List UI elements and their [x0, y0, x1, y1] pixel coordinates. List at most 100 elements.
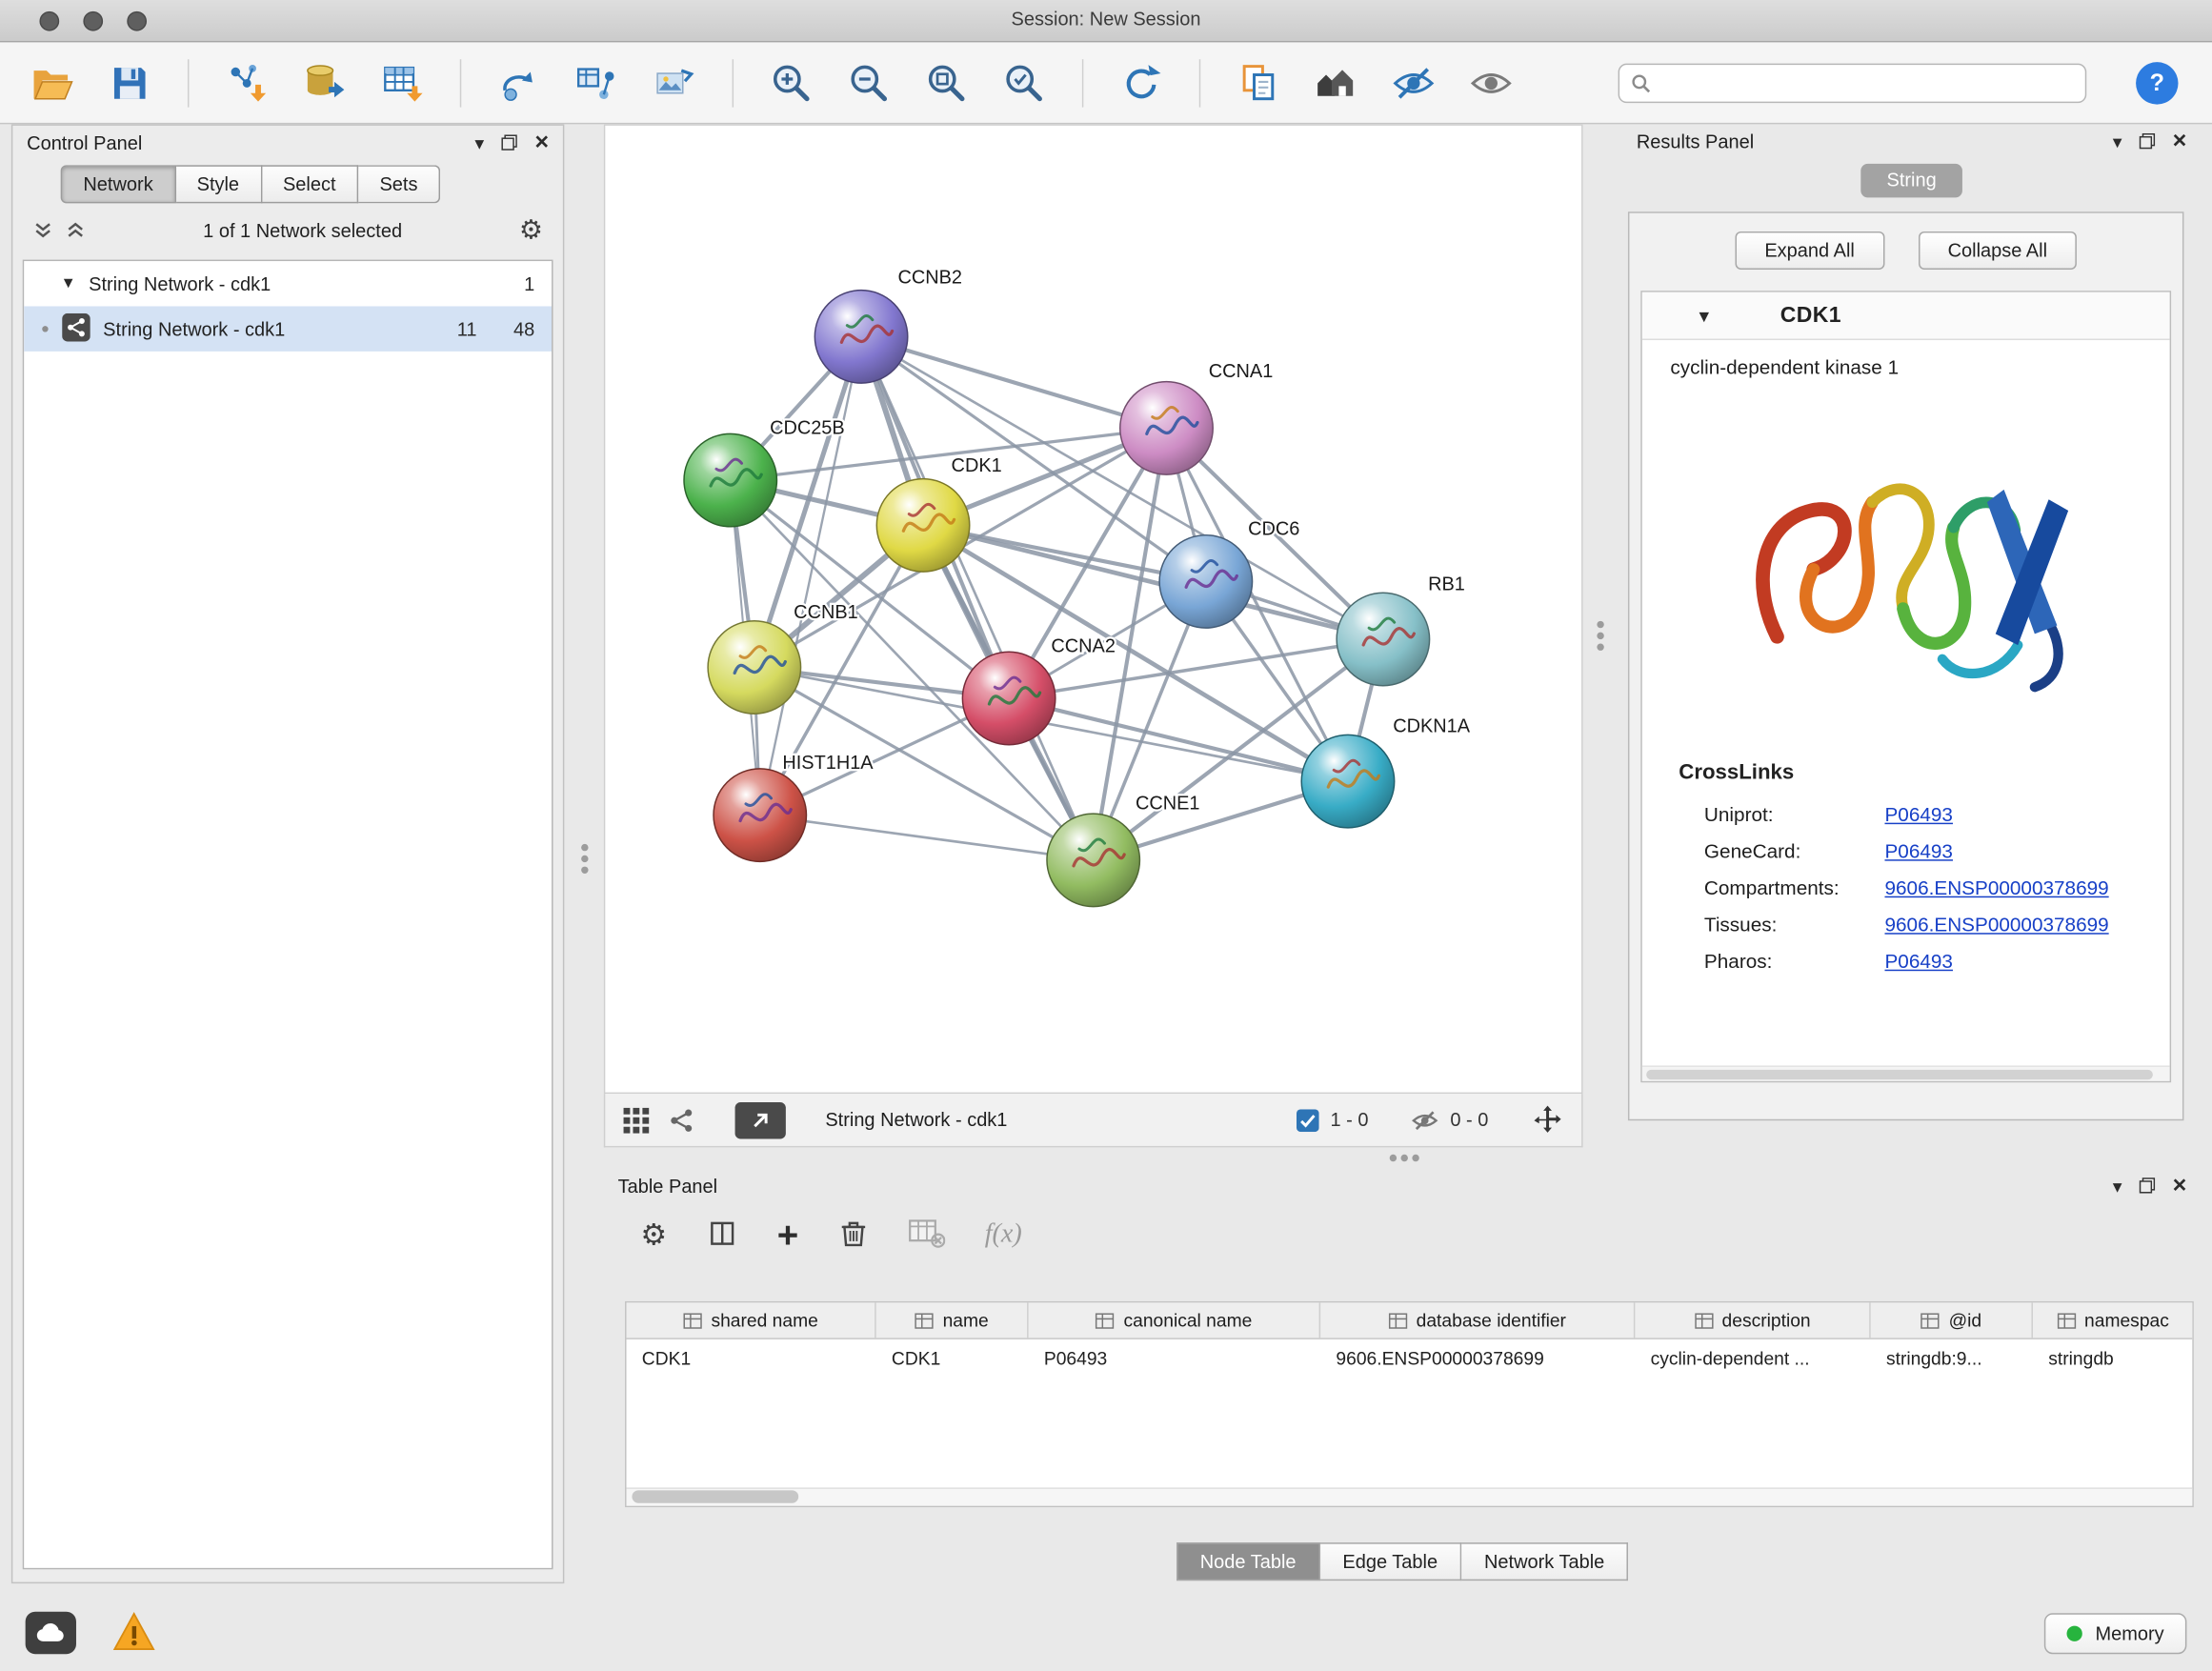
panel-float-icon[interactable]	[2139, 1177, 2156, 1194]
open-in-browser-button[interactable]	[735, 1101, 786, 1138]
column-header-description[interactable]: description	[1635, 1302, 1870, 1338]
network-node-CCNA2[interactable]	[962, 652, 1055, 744]
network-collection-row[interactable]: ▼ String Network - cdk1 1	[24, 261, 552, 306]
network-node-HIST1H1A[interactable]	[714, 769, 806, 861]
column-header-namespace[interactable]: namespac	[2033, 1302, 2192, 1338]
cell-namespace: stringdb	[2033, 1348, 2192, 1369]
table-row[interactable]: CDK1 CDK1 P06493 9606.ENSP00000378699 cy…	[627, 1339, 2193, 1378]
tab-select[interactable]: Select	[262, 165, 358, 203]
network-node-CCNE1[interactable]	[1047, 814, 1139, 906]
gene-card-header[interactable]: ▼ CDK1	[1642, 292, 2170, 340]
table-options-gear-icon[interactable]: ⚙	[640, 1218, 667, 1253]
show-columns-button[interactable]	[707, 1218, 738, 1253]
panel-close-icon[interactable]: ×	[2173, 128, 2187, 151]
zoom-fit-button[interactable]	[917, 51, 976, 113]
network-edge-CCNB2-HIST1H1A[interactable]	[760, 336, 861, 815]
genecard-link[interactable]: P06493	[1884, 839, 1952, 862]
network-node-CDKN1A[interactable]	[1301, 735, 1394, 827]
first-neighbors-button[interactable]	[490, 51, 549, 113]
selected-checkbox-icon[interactable]	[1297, 1109, 1319, 1132]
network-options-gear-icon[interactable]: ⚙	[519, 213, 543, 246]
network-edge-HIST1H1A-CCNE1[interactable]	[760, 815, 1094, 860]
warnings-button[interactable]	[112, 1611, 154, 1655]
show-graphics-details-button[interactable]	[1461, 51, 1520, 113]
network-node-CDC25B[interactable]	[684, 433, 776, 526]
apply-layout-button[interactable]	[1112, 51, 1171, 113]
panel-menu-icon[interactable]: ▾	[474, 133, 484, 151]
network-node-label-CCNA1: CCNA1	[1209, 361, 1274, 382]
left-splitter-handle[interactable]	[581, 844, 588, 851]
network-node-CCNB2[interactable]	[814, 291, 907, 383]
disclosure-triangle-icon[interactable]: ▼	[1696, 306, 1713, 326]
collapse-all-button[interactable]	[32, 219, 53, 240]
tab-node-table[interactable]: Node Table	[1176, 1542, 1320, 1580]
network-node-CCNB1[interactable]	[708, 621, 800, 714]
panel-float-icon[interactable]	[501, 134, 518, 151]
column-header-name[interactable]: name	[876, 1302, 1029, 1338]
panel-close-icon[interactable]: ×	[2173, 1172, 2187, 1196]
collapse-all-button[interactable]: Collapse All	[1918, 232, 2077, 270]
tab-network-table[interactable]: Network Table	[1461, 1542, 1628, 1580]
memory-button[interactable]: Memory	[2044, 1612, 2186, 1653]
expand-all-button[interactable]: Expand All	[1735, 232, 1884, 270]
navigator-button[interactable]	[1306, 51, 1365, 113]
results-panel-title: Results Panel	[1637, 131, 1754, 151]
zoom-out-button[interactable]	[839, 51, 898, 113]
zoom-selected-button[interactable]	[995, 51, 1054, 113]
network-node-CCNA1[interactable]	[1120, 382, 1213, 474]
search-input[interactable]	[1659, 72, 2074, 93]
network-style-button[interactable]	[667, 1106, 695, 1135]
panel-menu-icon[interactable]: ▾	[2113, 1177, 2122, 1195]
pharos-link[interactable]: P06493	[1884, 950, 1952, 973]
cloud-services-button[interactable]	[26, 1612, 76, 1654]
column-header-database-identifier[interactable]: database identifier	[1320, 1302, 1635, 1338]
compartments-link[interactable]: 9606.ENSP00000378699	[1884, 876, 2108, 899]
grid-view-button[interactable]	[622, 1106, 651, 1135]
uniprot-link[interactable]: P06493	[1884, 803, 1952, 826]
network-canvas[interactable]: CCNB2CCNA1CDC25BCDK1CDC6RB1CCNB1CCNA2CDK…	[605, 126, 1581, 1093]
horizontal-splitter-handle[interactable]	[1390, 1155, 1397, 1161]
tab-string[interactable]: String	[1861, 164, 1962, 198]
zoom-in-button[interactable]	[762, 51, 821, 113]
new-network-from-selection-button[interactable]	[567, 51, 626, 113]
results-scrollbar[interactable]	[1642, 1065, 2170, 1080]
import-network-database-button[interactable]	[295, 51, 354, 113]
delete-column-button[interactable]	[838, 1218, 870, 1253]
network-node-CDC6[interactable]	[1159, 535, 1252, 628]
tab-style[interactable]: Style	[175, 165, 261, 203]
network-edge-CCNB2-CCNA1[interactable]	[861, 336, 1166, 428]
annotation-button[interactable]	[1229, 51, 1288, 113]
column-header-id[interactable]: @id	[1871, 1302, 2033, 1338]
export-image-button[interactable]	[645, 51, 704, 113]
tissues-link[interactable]: 9606.ENSP00000378699	[1884, 913, 2108, 936]
tab-edge-table[interactable]: Edge Table	[1320, 1542, 1462, 1580]
panel-menu-icon[interactable]: ▾	[2113, 132, 2122, 151]
pan-mode-button[interactable]	[1531, 1103, 1565, 1137]
panel-close-icon[interactable]: ×	[534, 130, 549, 153]
tab-sets[interactable]: Sets	[358, 165, 440, 203]
right-splitter-handle[interactable]	[1597, 621, 1603, 628]
tab-network[interactable]: Network	[61, 165, 176, 203]
network-edge-CCNB2-CCNE1[interactable]	[861, 336, 1094, 859]
import-table-button[interactable]	[372, 51, 432, 113]
expand-all-button[interactable]	[65, 219, 86, 240]
hide-graphics-details-button[interactable]	[1384, 51, 1443, 113]
column-header-shared-name[interactable]: shared name	[627, 1302, 876, 1338]
create-column-button[interactable]: +	[777, 1217, 798, 1254]
scrollbar-thumb[interactable]	[632, 1490, 798, 1502]
table-horizontal-scrollbar[interactable]	[627, 1487, 2193, 1505]
save-session-button[interactable]	[100, 51, 159, 113]
network-row[interactable]: ● String Network - cdk1 11 48	[24, 306, 552, 351]
import-network-file-button[interactable]	[217, 51, 276, 113]
column-header-canonical-name[interactable]: canonical name	[1029, 1302, 1321, 1338]
search-box[interactable]	[1619, 63, 2087, 102]
network-node-RB1[interactable]	[1337, 593, 1429, 685]
panel-float-icon[interactable]	[2139, 132, 2156, 150]
disclosure-triangle-icon[interactable]: ▼	[61, 275, 76, 292]
network-node-CDK1[interactable]	[876, 479, 969, 572]
function-builder-button[interactable]: f(x)	[985, 1219, 1022, 1251]
open-session-button[interactable]	[23, 51, 82, 113]
scrollbar-thumb[interactable]	[1646, 1070, 2153, 1079]
help-button[interactable]: ?	[2136, 61, 2178, 103]
hidden-eye-slash-icon[interactable]	[1411, 1106, 1439, 1135]
